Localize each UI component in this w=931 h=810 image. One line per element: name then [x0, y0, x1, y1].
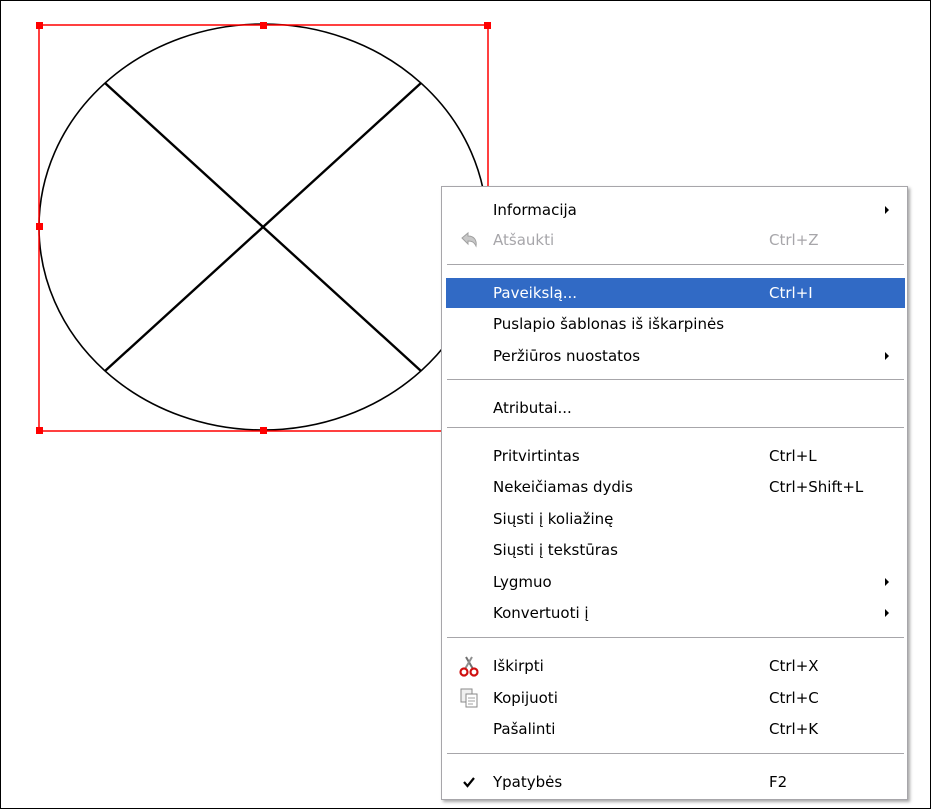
menu-item-siusti-i-koliazine[interactable]: Siųsti į koliažinę: [446, 504, 905, 534]
menu-separator: [447, 753, 904, 754]
menu-item-label: Kopijuoti: [493, 689, 558, 707]
submenu-arrow-icon: [885, 609, 889, 617]
menu-item-shortcut: Ctrl+C: [769, 689, 819, 707]
menu-item-pritvirtintas[interactable]: Pritvirtintas Ctrl+L: [446, 441, 905, 471]
menu-item-atributai[interactable]: Atributai...: [446, 393, 905, 423]
submenu-arrow-icon: [885, 352, 889, 360]
resize-handle-top[interactable]: [260, 22, 267, 29]
menu-item-shortcut: Ctrl+I: [769, 284, 813, 302]
ellipse-shape[interactable]: [38, 23, 488, 431]
menu-item-label: Pašalinti: [493, 720, 556, 738]
menu-item-label: Siųsti į koliažinę: [493, 510, 614, 528]
menu-item-perziuros-nuostatos[interactable]: Peržiūros nuostatos: [446, 341, 905, 371]
menu-item-label: Atributai...: [493, 399, 572, 417]
menu-separator: [447, 637, 904, 638]
menu-item-shortcut: Ctrl+L: [769, 447, 817, 465]
menu-separator: [447, 264, 904, 265]
resize-handle-bottom[interactable]: [260, 427, 267, 434]
resize-handle-left[interactable]: [36, 223, 43, 230]
menu-item-label: Siųsti į tekstūras: [493, 541, 618, 559]
menu-separator: [447, 379, 904, 380]
menu-item-shortcut: Ctrl+Shift+L: [769, 478, 864, 496]
submenu-arrow-icon: [885, 206, 889, 214]
undo-icon: [458, 229, 480, 251]
menu-item-shortcut: Ctrl+Z: [769, 231, 819, 249]
menu-item-label: Paveikslą...: [493, 284, 578, 302]
menu-item-undo[interactable]: Atšaukti Ctrl+Z: [446, 225, 905, 255]
copy-icon: [458, 687, 480, 709]
menu-item-label: Konvertuoti į: [493, 604, 589, 622]
resize-handle-top-left[interactable]: [36, 22, 43, 29]
resize-handle-top-right[interactable]: [484, 22, 491, 29]
scissors-icon: [458, 655, 480, 677]
menu-item-shortcut: F2: [769, 773, 788, 791]
menu-item-label: Pritvirtintas: [493, 447, 580, 465]
menu-item-shortcut: Ctrl+X: [769, 657, 819, 675]
submenu-arrow-icon: [885, 578, 889, 586]
menu-item-iskirpti[interactable]: Iškirpti Ctrl+X: [446, 651, 905, 681]
menu-item-label: Iškirpti: [493, 657, 544, 675]
menu-item-paveiksla[interactable]: Paveikslą... Ctrl+I: [446, 278, 905, 308]
menu-item-label: Atšaukti: [493, 231, 555, 249]
menu-item-label: Lygmuo: [493, 573, 552, 591]
context-menu: Informacija Atšaukti Ctrl+Z Paveikslą...…: [441, 186, 908, 800]
menu-item-puslapio-sablonas[interactable]: Puslapio šablonas iš iškarpinės: [446, 309, 905, 339]
menu-item-nekeiciamas-dydis[interactable]: Nekeičiamas dydis Ctrl+Shift+L: [446, 472, 905, 502]
menu-item-kopijuoti[interactable]: Kopijuoti Ctrl+C: [446, 683, 905, 713]
menu-item-label: Nekeičiamas dydis: [493, 478, 633, 496]
menu-separator: [447, 427, 904, 428]
menu-item-shortcut: Ctrl+K: [769, 720, 819, 738]
menu-item-informacija[interactable]: Informacija: [446, 195, 905, 225]
resize-handle-bottom-left[interactable]: [36, 427, 43, 434]
menu-item-label: Peržiūros nuostatos: [493, 347, 641, 365]
checkmark-icon: [458, 771, 480, 793]
menu-item-label: Puslapio šablonas iš iškarpinės: [493, 315, 725, 333]
menu-item-pasalinti[interactable]: Pašalinti Ctrl+K: [446, 714, 905, 744]
menu-item-lygmuo[interactable]: Lygmuo: [446, 567, 905, 597]
menu-item-label: Ypatybės: [493, 773, 563, 791]
menu-item-ypatybes[interactable]: Ypatybės F2: [446, 767, 905, 797]
menu-item-siusti-i-teksturas[interactable]: Siųsti į tekstūras: [446, 535, 905, 565]
menu-item-label: Informacija: [493, 201, 577, 219]
menu-item-konvertuoti-i[interactable]: Konvertuoti į: [446, 598, 905, 628]
